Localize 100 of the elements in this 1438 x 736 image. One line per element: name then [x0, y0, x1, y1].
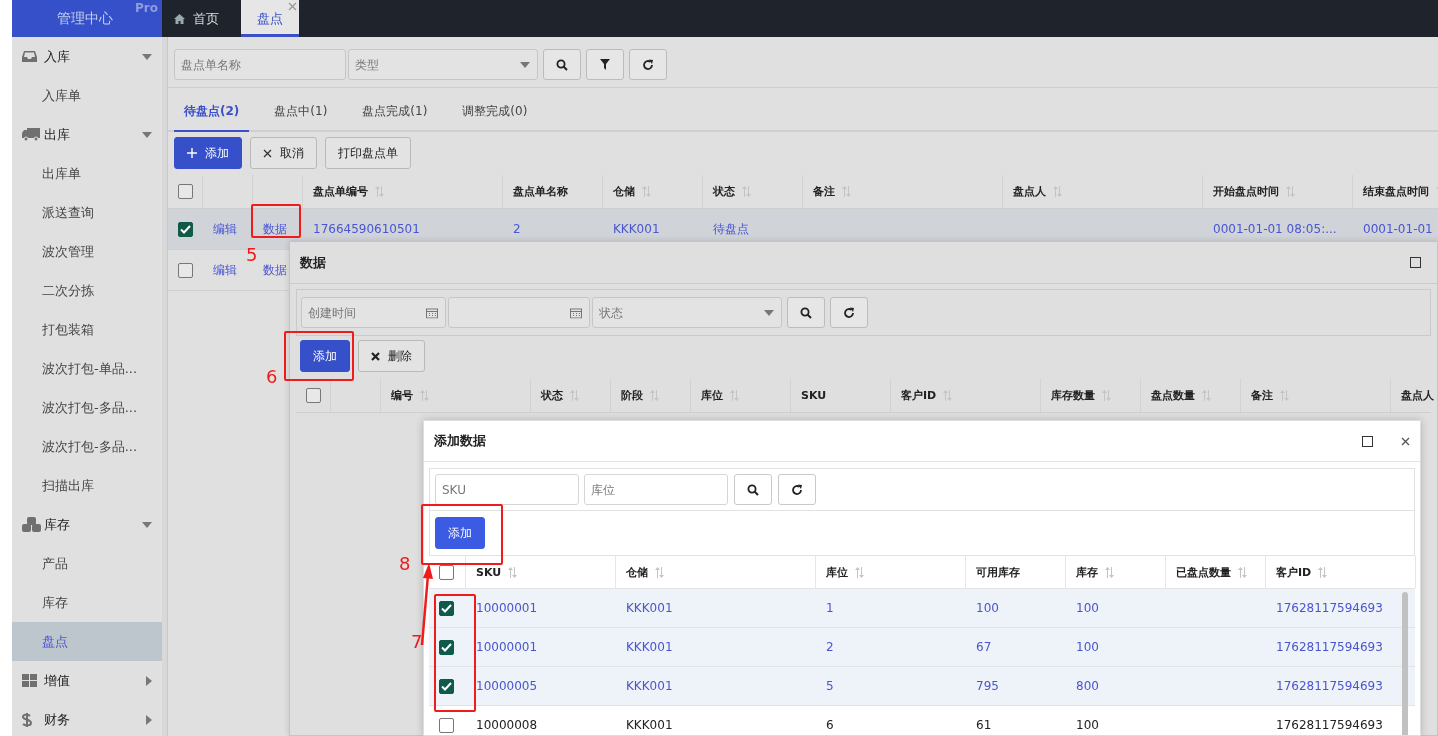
- edit-link[interactable]: 编辑: [213, 261, 237, 279]
- status-tab[interactable]: 调整完成(0): [452, 92, 538, 130]
- add-button[interactable]: 添加: [300, 340, 350, 372]
- menu-group[interactable]: 出库: [12, 115, 162, 154]
- filter-button[interactable]: [586, 49, 624, 80]
- column-header[interactable]: 备注: [813, 184, 835, 199]
- sort-icon[interactable]: [1202, 390, 1211, 401]
- add-button[interactable]: 添加: [174, 137, 242, 169]
- table-row[interactable]: 10000001 KKK001 1 100 100 17628117594693: [429, 589, 1415, 628]
- page-tab-label[interactable]: 首页: [193, 9, 219, 28]
- status-tab[interactable]: 盘点中(1): [264, 92, 338, 130]
- column-header[interactable]: 已盘点数量: [1176, 564, 1231, 580]
- column-header[interactable]: 库位: [701, 388, 723, 403]
- menu-item[interactable]: 派送查询: [12, 193, 162, 232]
- sort-icon[interactable]: [742, 186, 751, 197]
- page-tab[interactable]: 盘点: [241, 0, 299, 37]
- search-button[interactable]: [543, 49, 581, 80]
- page-tab[interactable]: 首页: [162, 0, 231, 37]
- refresh-button[interactable]: [778, 474, 816, 505]
- maximize-icon[interactable]: [1362, 435, 1373, 447]
- column-header[interactable]: 阶段: [621, 388, 643, 403]
- menu-item[interactable]: 盘点: [12, 622, 162, 661]
- checkbox[interactable]: [306, 388, 321, 403]
- sort-icon[interactable]: [642, 186, 651, 197]
- column-header[interactable]: 盘点人: [1401, 388, 1434, 403]
- menu-item[interactable]: 出库单: [12, 154, 162, 193]
- menu-item[interactable]: 入库单: [12, 76, 162, 115]
- checkbox[interactable]: [178, 262, 193, 278]
- column-header[interactable]: 盘点人: [1013, 184, 1046, 199]
- menu-item[interactable]: 扫描出库: [12, 466, 162, 505]
- data-link[interactable]: 数据: [263, 261, 287, 279]
- search-button[interactable]: [787, 297, 825, 328]
- maximize-icon[interactable]: [1410, 257, 1421, 268]
- sort-icon[interactable]: [420, 390, 429, 401]
- column-header[interactable]: 备注: [1251, 388, 1273, 403]
- print-button[interactable]: 打印盘点单: [325, 137, 411, 169]
- menu-item[interactable]: 产品: [12, 544, 162, 583]
- column-header[interactable]: 开始盘点时间: [1213, 184, 1279, 199]
- sort-icon[interactable]: [1238, 566, 1247, 578]
- sort-icon[interactable]: [1105, 566, 1114, 578]
- sort-icon[interactable]: [655, 566, 664, 578]
- edit-link[interactable]: 编辑: [213, 220, 237, 238]
- column-header[interactable]: 仓储: [626, 564, 648, 580]
- checkbox[interactable]: [178, 184, 193, 199]
- date-field[interactable]: [448, 297, 590, 328]
- sort-icon[interactable]: [943, 390, 953, 401]
- menu-item[interactable]: 打包装箱: [12, 310, 162, 349]
- menu-item[interactable]: 波次管理: [12, 232, 162, 271]
- column-header[interactable]: 状态: [713, 184, 735, 199]
- scrollbar[interactable]: [1402, 592, 1408, 735]
- sort-icon[interactable]: [508, 566, 518, 578]
- checkbox[interactable]: [439, 717, 454, 733]
- menu-group[interactable]: 入库: [12, 37, 162, 76]
- menu-group[interactable]: 财务: [12, 700, 162, 736]
- input-field[interactable]: 库位: [584, 474, 728, 505]
- date-field[interactable]: 创建时间: [301, 297, 446, 328]
- page-tab-label[interactable]: 盘点: [257, 9, 283, 28]
- refresh-button[interactable]: [830, 297, 868, 328]
- status-tab[interactable]: 待盘点(2): [174, 92, 250, 132]
- column-header[interactable]: 客户ID: [901, 388, 937, 403]
- input-field[interactable]: SKU: [435, 474, 579, 505]
- checkbox[interactable]: [178, 221, 193, 237]
- add-button[interactable]: 添加: [435, 517, 485, 549]
- checkbox[interactable]: [439, 678, 454, 694]
- status-tab[interactable]: 盘点完成(1): [352, 92, 438, 130]
- column-header[interactable]: 库位: [826, 564, 848, 580]
- sort-icon[interactable]: [650, 390, 659, 401]
- menu-item[interactable]: 库存: [12, 583, 162, 622]
- menu-group[interactable]: 库存: [12, 505, 162, 544]
- table-row[interactable]: 10000001 KKK001 2 67 100 17628117594693: [429, 628, 1415, 667]
- cancel-button[interactable]: 取消: [250, 137, 317, 169]
- column-header[interactable]: SKU: [801, 389, 827, 402]
- column-header[interactable]: SKU: [476, 565, 502, 579]
- menu-item[interactable]: 二次分拣: [12, 271, 162, 310]
- menu-group[interactable]: 增值: [12, 661, 162, 700]
- select-field[interactable]: 类型: [348, 49, 538, 80]
- column-header[interactable]: 结束盘点时间: [1363, 184, 1429, 199]
- checkbox[interactable]: [439, 600, 454, 616]
- column-header[interactable]: 仓储: [613, 184, 635, 199]
- sort-icon[interactable]: [842, 186, 851, 197]
- menu-item[interactable]: 波次打包-多品...: [12, 427, 162, 466]
- column-header[interactable]: 盘点单名称: [513, 184, 568, 199]
- sort-icon[interactable]: [1053, 186, 1062, 197]
- sort-icon[interactable]: [1102, 390, 1111, 401]
- delete-button[interactable]: 删除: [358, 340, 425, 372]
- sort-icon[interactable]: [730, 390, 739, 401]
- sort-icon[interactable]: [1318, 566, 1328, 578]
- column-header[interactable]: 库存数量: [1051, 388, 1095, 403]
- select-field[interactable]: 状态: [592, 297, 782, 328]
- close-icon[interactable]: [1401, 436, 1410, 446]
- column-header[interactable]: 编号: [391, 388, 413, 403]
- search-button[interactable]: [734, 474, 772, 505]
- column-header[interactable]: 盘点数量: [1151, 388, 1195, 403]
- checkbox[interactable]: [439, 639, 454, 655]
- refresh-button[interactable]: [629, 49, 667, 80]
- column-header[interactable]: 盘点单编号: [313, 184, 368, 199]
- sort-icon[interactable]: [375, 186, 384, 197]
- column-header[interactable]: 库存: [1076, 564, 1098, 580]
- column-header[interactable]: 状态: [541, 388, 563, 403]
- input-field[interactable]: 盘点单名称: [174, 49, 346, 80]
